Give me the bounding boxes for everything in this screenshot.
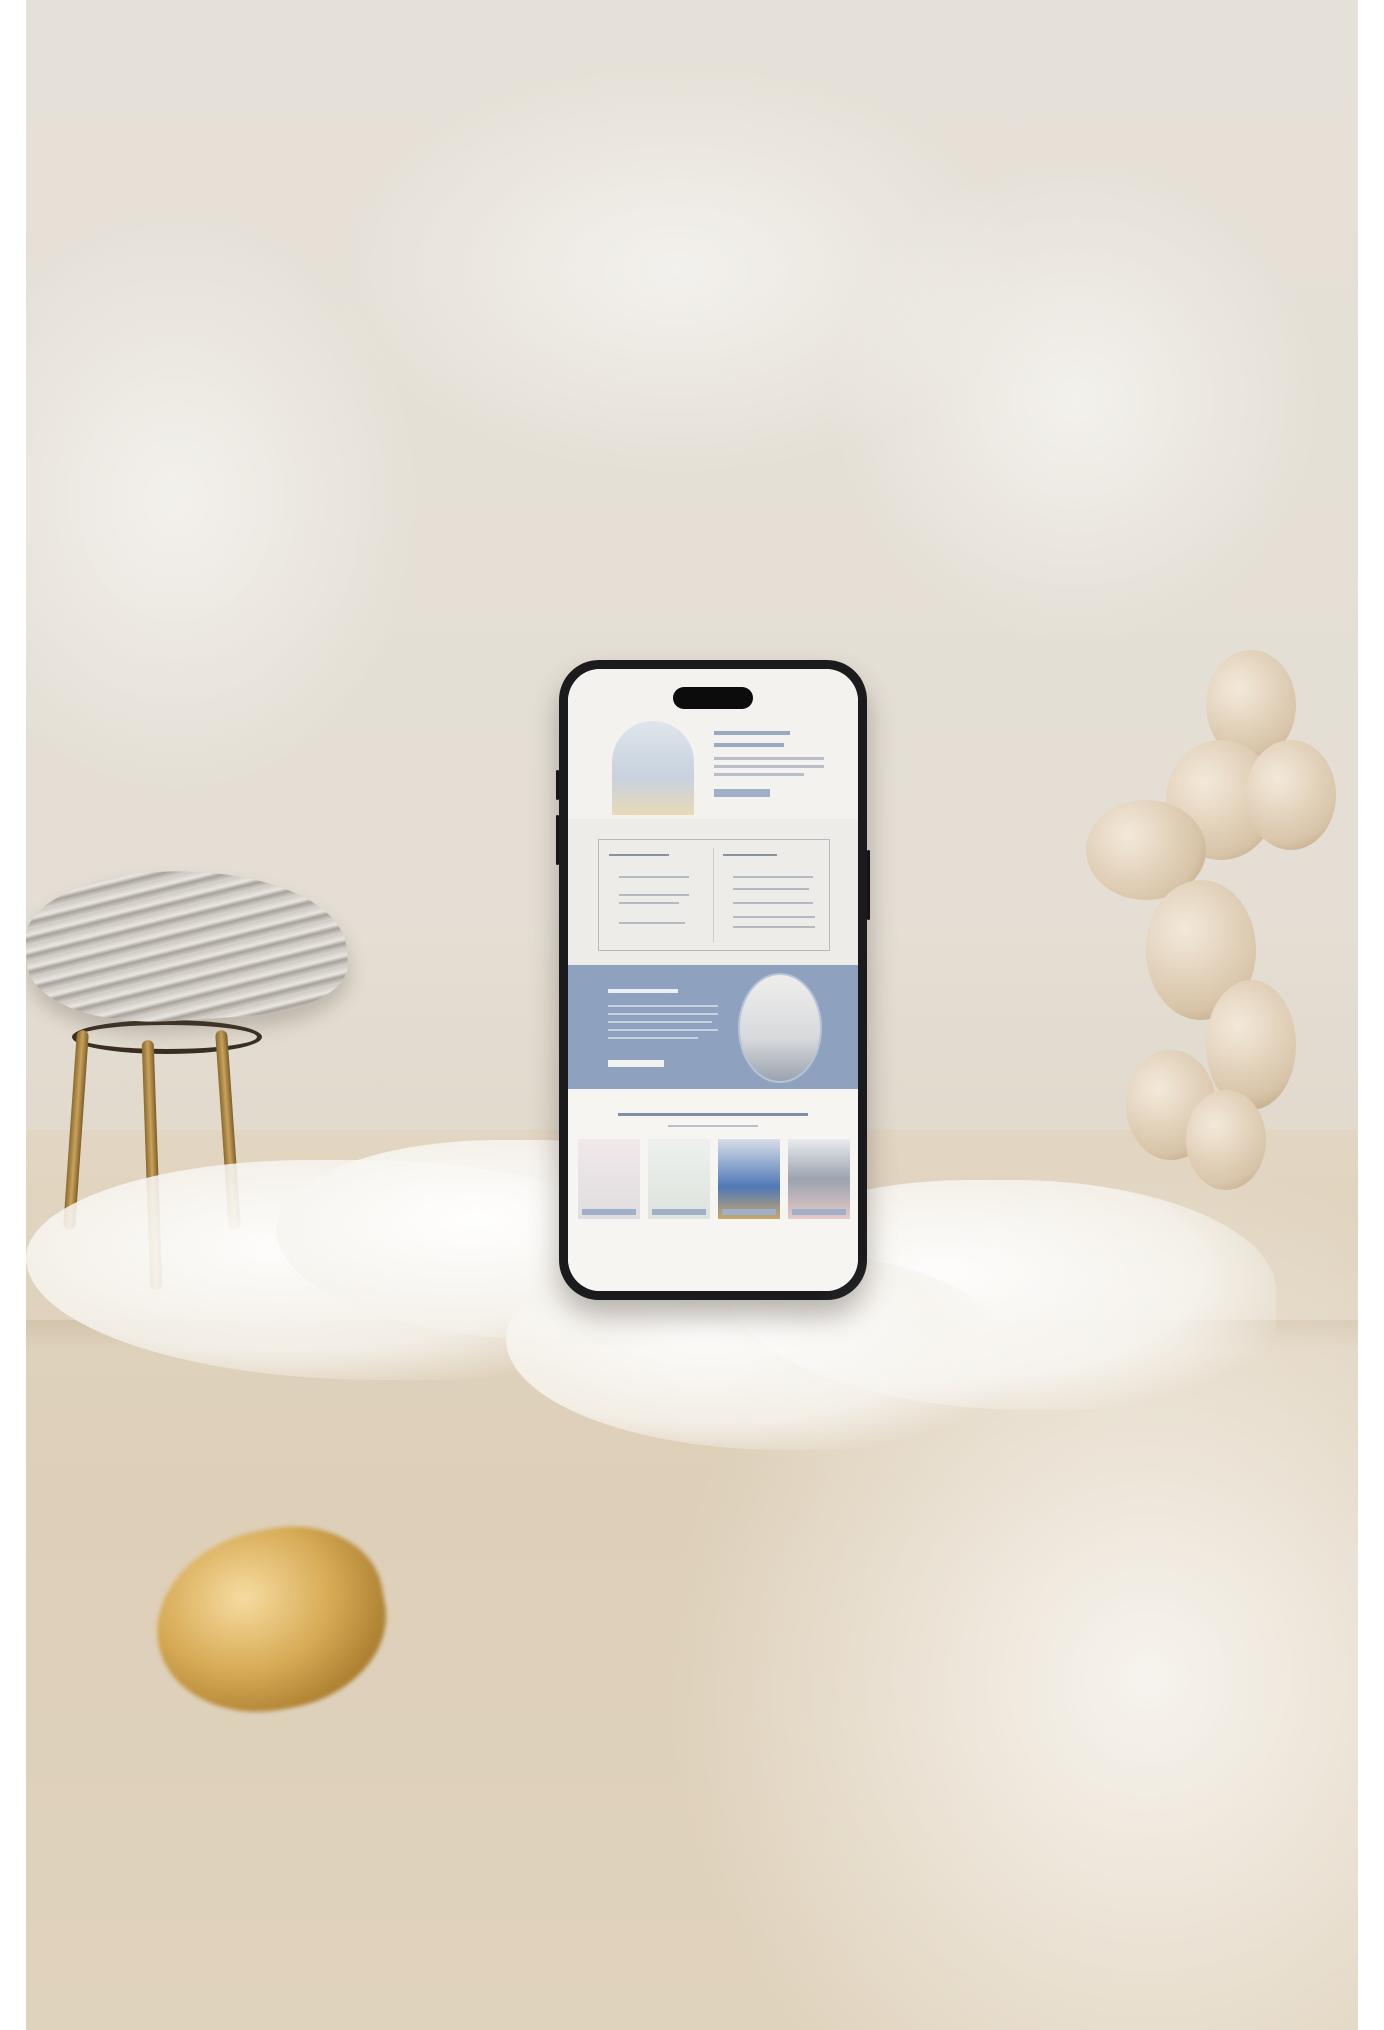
- wall-fabric-highlight: [826, 150, 1326, 650]
- compare-item: [733, 926, 815, 928]
- compare-box: [598, 839, 830, 951]
- about-photo: [738, 973, 822, 1083]
- hero-photo: [612, 721, 694, 815]
- hero-text-line: [714, 757, 824, 760]
- screen-compare-section: [568, 819, 858, 965]
- phone-side-button: [867, 850, 870, 920]
- compare-item: [733, 902, 813, 904]
- compare-heading-left: [609, 854, 669, 856]
- hero-title-placeholder: [714, 731, 790, 735]
- about-text-line: [608, 1037, 698, 1039]
- driftwood: [26, 859, 351, 1031]
- about-button[interactable]: [608, 1060, 664, 1067]
- compare-item: [733, 876, 813, 878]
- hero-button[interactable]: [714, 789, 770, 797]
- hero-title-placeholder: [714, 743, 784, 747]
- offer-card-button[interactable]: [582, 1209, 636, 1215]
- about-text-line: [608, 1029, 718, 1031]
- compare-item: [619, 876, 689, 878]
- product-photo: [26, 0, 1358, 2030]
- offer-card[interactable]: [578, 1139, 640, 1219]
- hero-text-line: [714, 765, 824, 768]
- about-text-line: [608, 1021, 712, 1023]
- stand-ring: [72, 1020, 262, 1054]
- compare-item: [733, 888, 809, 890]
- ready-title-placeholder: [618, 1113, 808, 1116]
- screen-about-section: [568, 965, 858, 1089]
- compare-divider: [713, 848, 714, 942]
- about-heading: [608, 989, 678, 993]
- about-text-line: [608, 1013, 718, 1015]
- hero-text-line: [714, 773, 804, 776]
- dynamic-island: [673, 687, 753, 709]
- compare-item: [733, 916, 815, 918]
- ready-subtitle-placeholder: [668, 1125, 758, 1127]
- foreground-fabric-blur: [658, 1150, 1358, 2030]
- compare-item: [619, 894, 689, 896]
- compare-item: [619, 902, 679, 904]
- phone-side-button: [556, 770, 559, 800]
- compare-heading-right: [723, 854, 777, 856]
- compare-item: [619, 922, 685, 924]
- phone-side-button: [556, 815, 559, 865]
- about-text-line: [608, 1005, 718, 1007]
- coral: [1246, 740, 1336, 850]
